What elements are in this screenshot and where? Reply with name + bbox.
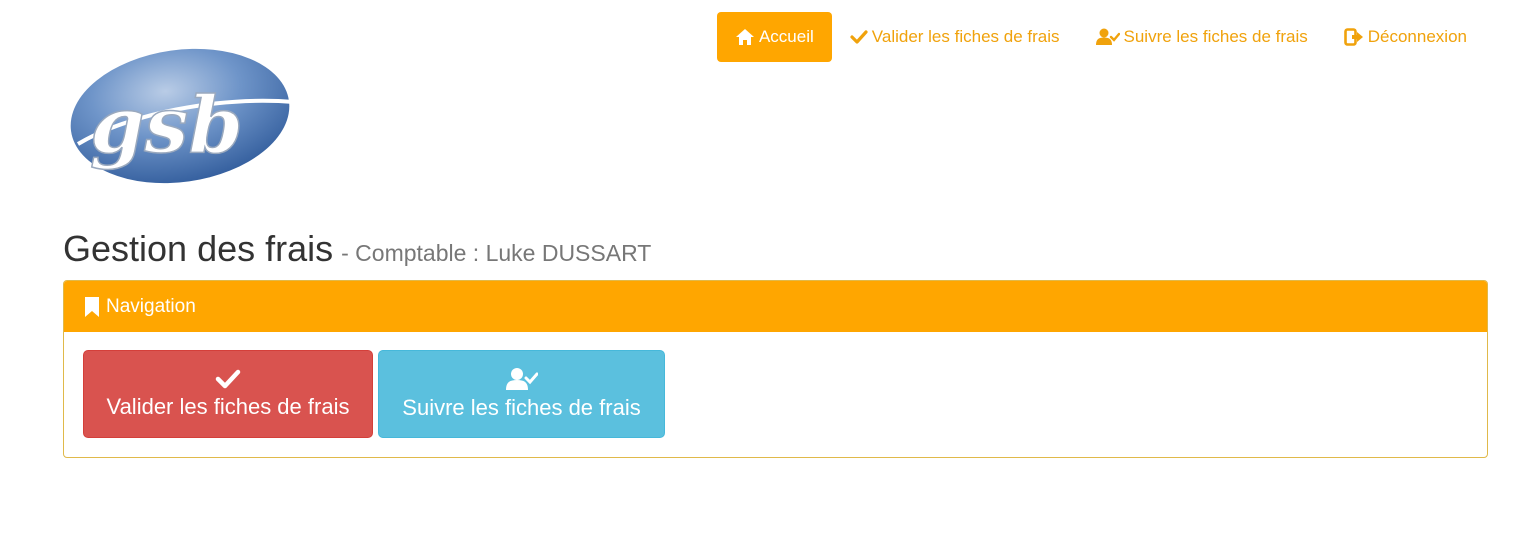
nav-suivre-label: Suivre les fiches de frais [1123,27,1308,46]
page-heading: Gestion des frais - Comptable : Luke DUS… [63,228,651,270]
suivre-fiches-button[interactable]: Suivre les fiches de frais [378,350,665,438]
valider-fiches-button[interactable]: Valider les fiches de frais [83,350,373,438]
nav-deconnexion[interactable]: Déconnexion [1326,12,1485,62]
page-title: Gestion des frais [63,228,334,269]
check-icon [215,368,241,390]
logo-text: gsb [90,80,243,171]
check-icon [850,29,868,45]
suivre-fiches-label: Suivre les fiches de frais [402,395,641,420]
nav-accueil[interactable]: Accueil [716,12,832,62]
page-subtitle: - Comptable : Luke DUSSART [341,240,652,266]
user-check-icon [1095,28,1120,46]
nav-deconnexion-label: Déconnexion [1367,27,1467,46]
panel-body: Valider les fiches de frais Suivre les f… [64,332,1487,456]
panel-title: Navigation [106,295,196,317]
navigation-panel: Navigation Valider les fiches de frais S… [63,280,1488,458]
valider-fiches-label: Valider les fiches de frais [106,394,350,419]
nav-valider-fiches[interactable]: Valider les fiches de frais [832,12,1078,62]
nav-valider-label: Valider les fiches de frais [871,27,1060,46]
nav-suivre-fiches[interactable]: Suivre les fiches de frais [1078,12,1326,62]
nav-accueil-label: Accueil [758,27,814,46]
gsb-logo: gsb [68,44,298,188]
top-navigation: Accueil Valider les fiches de frais Suiv… [716,12,1485,62]
panel-header: Navigation [64,281,1487,332]
bookmark-icon [84,296,100,317]
user-check-icon [505,367,538,391]
logout-icon [1343,28,1364,46]
home-icon [735,28,755,46]
